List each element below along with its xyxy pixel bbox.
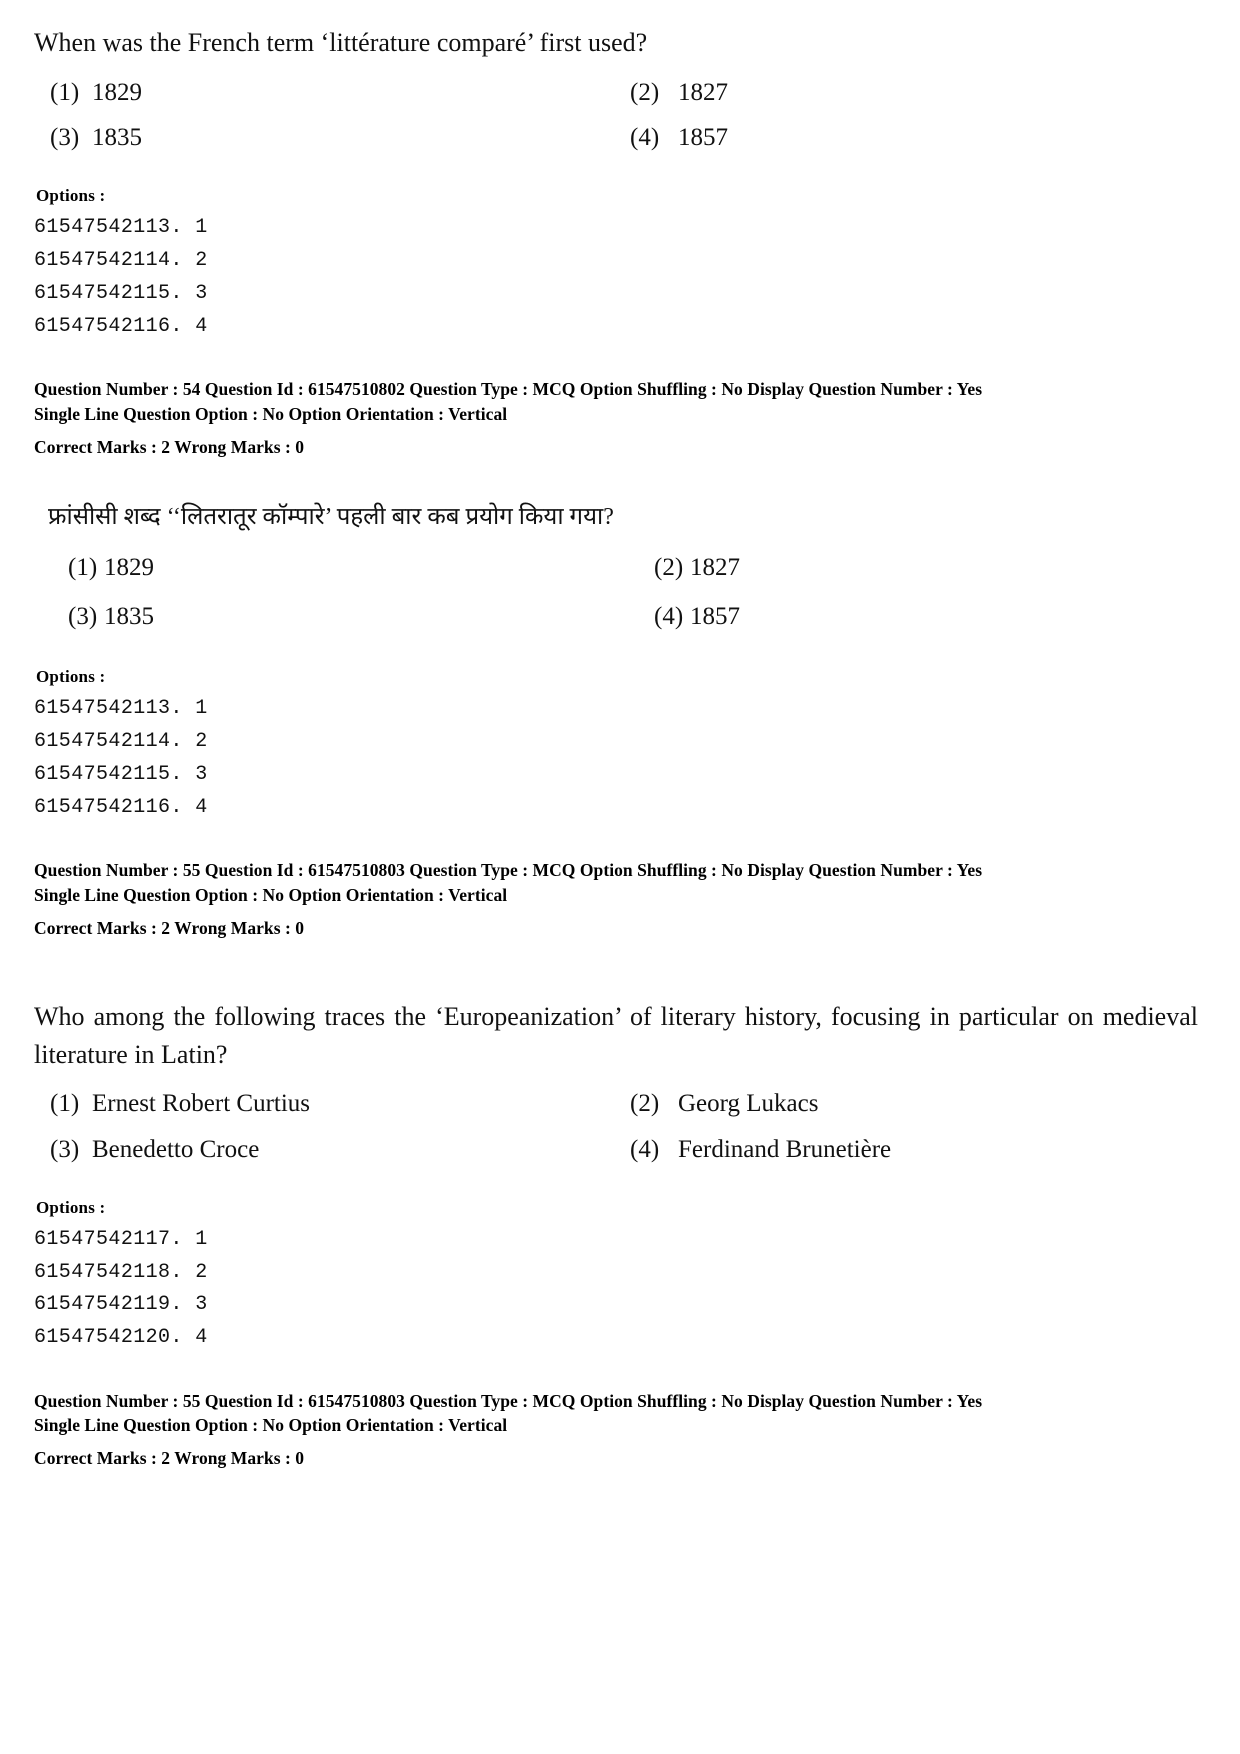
- choice-option-4[interactable]: (4) 1857: [620, 115, 1206, 160]
- metadata-line-secondary: Single Line Question Option : No Option …: [34, 884, 508, 905]
- option-id-item: 61547542115. 3: [34, 281, 208, 305]
- choice-value: 1829: [92, 78, 142, 106]
- option-id-item: 61547542117. 1: [34, 1227, 208, 1251]
- option-id-item: 61547542113. 1: [34, 697, 208, 721]
- options-id-list: Options : 61547542117. 1 61547542118. 2 …: [34, 1198, 1206, 1355]
- option-id-item: 61547542113. 1: [34, 216, 208, 240]
- option-id-item: 61547542118. 2: [34, 1260, 208, 1284]
- options-label: Options :: [36, 1197, 106, 1217]
- option-id-item: 61547542119. 3: [34, 1293, 208, 1317]
- option-id-item: 61547542116. 4: [34, 795, 208, 819]
- choice-row: (1) 1829 (2) 1827: [34, 543, 1206, 592]
- metadata-line-marks: Correct Marks : 2 Wrong Marks : 0: [34, 1448, 305, 1469]
- choice-value: Benedetto Croce: [92, 1135, 260, 1163]
- options-label: Options :: [36, 186, 106, 206]
- option-id-item: 61547542116. 4: [34, 314, 208, 338]
- choice-value: 1829: [104, 553, 154, 581]
- option-id-item: 61547542114. 2: [34, 248, 208, 272]
- choice-value: 1827: [690, 553, 740, 581]
- options-id-list: Options : 61547542113. 1 61547542114. 2 …: [34, 667, 1206, 824]
- options-label: Options :: [36, 667, 106, 687]
- choice-value: 1835: [104, 603, 154, 631]
- choice-number: (3): [50, 1135, 80, 1163]
- choice-option-2[interactable]: (2) Georg Lukacs: [620, 1081, 1206, 1126]
- choice-number: (4): [630, 123, 660, 151]
- options-id-list: Options : 61547542113. 1 61547542114. 2 …: [34, 186, 1206, 343]
- choice-option-4[interactable]: (4) Ferdinand Brunetière: [620, 1127, 1206, 1172]
- question-block-55-english: Who among the following traces the ‘Euro…: [34, 998, 1206, 1470]
- choice-number: (2): [630, 78, 660, 106]
- choice-number: (2): [654, 553, 684, 581]
- choice-row: (1) 1829 (2) 1827: [34, 70, 1206, 115]
- choice-number: (4): [654, 603, 684, 631]
- choice-option-1[interactable]: (1) 1829: [34, 543, 620, 592]
- choice-grid: (1) 1829 (2) 1827 (3) 1835 (4) 1857: [34, 543, 1206, 642]
- choice-value: Georg Lukacs: [678, 1090, 819, 1118]
- choice-grid: (1) Ernest Robert Curtius (2) Georg Luka…: [34, 1081, 1206, 1172]
- choice-grid: (1) 1829 (2) 1827 (3) 1835 (4) 1857: [34, 70, 1206, 161]
- metadata-line-primary: Question Number : 54 Question Id : 61547…: [34, 379, 983, 400]
- choice-option-4[interactable]: (4) 1857: [620, 592, 1206, 641]
- choice-option-1[interactable]: (1) 1829: [34, 70, 620, 115]
- choice-row: (1) Ernest Robert Curtius (2) Georg Luka…: [34, 1081, 1206, 1126]
- question-text: When was the French term ‘littérature co…: [34, 28, 648, 57]
- option-id-item: 61547542114. 2: [34, 730, 208, 754]
- option-id-item: 61547542120. 4: [34, 1326, 208, 1350]
- choice-row: (3) 1835 (4) 1857: [34, 115, 1206, 160]
- choice-number: (1): [68, 553, 98, 581]
- metadata-line-marks: Correct Marks : 2 Wrong Marks : 0: [34, 917, 305, 938]
- choice-number: (1): [50, 78, 80, 106]
- choice-value: Ernest Robert Curtius: [92, 1090, 311, 1118]
- choice-option-3[interactable]: (3) 1835: [34, 592, 620, 641]
- choice-value: 1835: [92, 123, 142, 151]
- choice-number: (3): [50, 123, 80, 151]
- metadata-line-primary: Question Number : 55 Question Id : 61547…: [34, 860, 983, 881]
- choice-option-1[interactable]: (1) Ernest Robert Curtius: [34, 1081, 620, 1126]
- choice-option-3[interactable]: (3) Benedetto Croce: [34, 1127, 620, 1172]
- option-id-item: 61547542115. 3: [34, 762, 208, 786]
- metadata-line-secondary: Single Line Question Option : No Option …: [34, 1415, 508, 1436]
- choice-value: 1827: [678, 78, 728, 106]
- choice-number: (4): [630, 1135, 660, 1163]
- choice-number: (1): [50, 1090, 80, 1118]
- question-text-hindi: फ्रांसीसी शब्द ‘‘लितरातूर कॉम्पारे’ पहली…: [48, 503, 614, 530]
- choice-value: 1857: [690, 603, 740, 631]
- choice-option-2[interactable]: (2) 1827: [620, 70, 1206, 115]
- choice-option-3[interactable]: (3) 1835: [34, 115, 620, 160]
- metadata-line-secondary: Single Line Question Option : No Option …: [34, 403, 508, 424]
- metadata-line-marks: Correct Marks : 2 Wrong Marks : 0: [34, 436, 305, 457]
- question-block-54-english: When was the French term ‘littérature co…: [34, 24, 1206, 459]
- question-metadata: Question Number : 55 Question Id : 61547…: [34, 1389, 1206, 1470]
- choice-row: (3) Benedetto Croce (4) Ferdinand Brunet…: [34, 1127, 1206, 1172]
- choice-number: (3): [68, 603, 98, 631]
- exam-paper-page: When was the French term ‘littérature co…: [0, 0, 1240, 1754]
- choice-row: (3) 1835 (4) 1857: [34, 592, 1206, 641]
- choice-value: Ferdinand Brunetière: [678, 1135, 892, 1163]
- metadata-line-primary: Question Number : 55 Question Id : 61547…: [34, 1390, 983, 1411]
- question-metadata: Question Number : 55 Question Id : 61547…: [34, 858, 1206, 939]
- question-text: Who among the following traces the ‘Euro…: [34, 1001, 1198, 1069]
- question-block-54-hindi: फ्रांसीसी शब्द ‘‘लितरातूर कॉम्पारे’ पहली…: [34, 499, 1206, 940]
- choice-value: 1857: [678, 123, 728, 151]
- question-metadata: Question Number : 54 Question Id : 61547…: [34, 377, 1206, 458]
- choice-number: (2): [630, 1090, 660, 1118]
- choice-option-2[interactable]: (2) 1827: [620, 543, 1206, 592]
